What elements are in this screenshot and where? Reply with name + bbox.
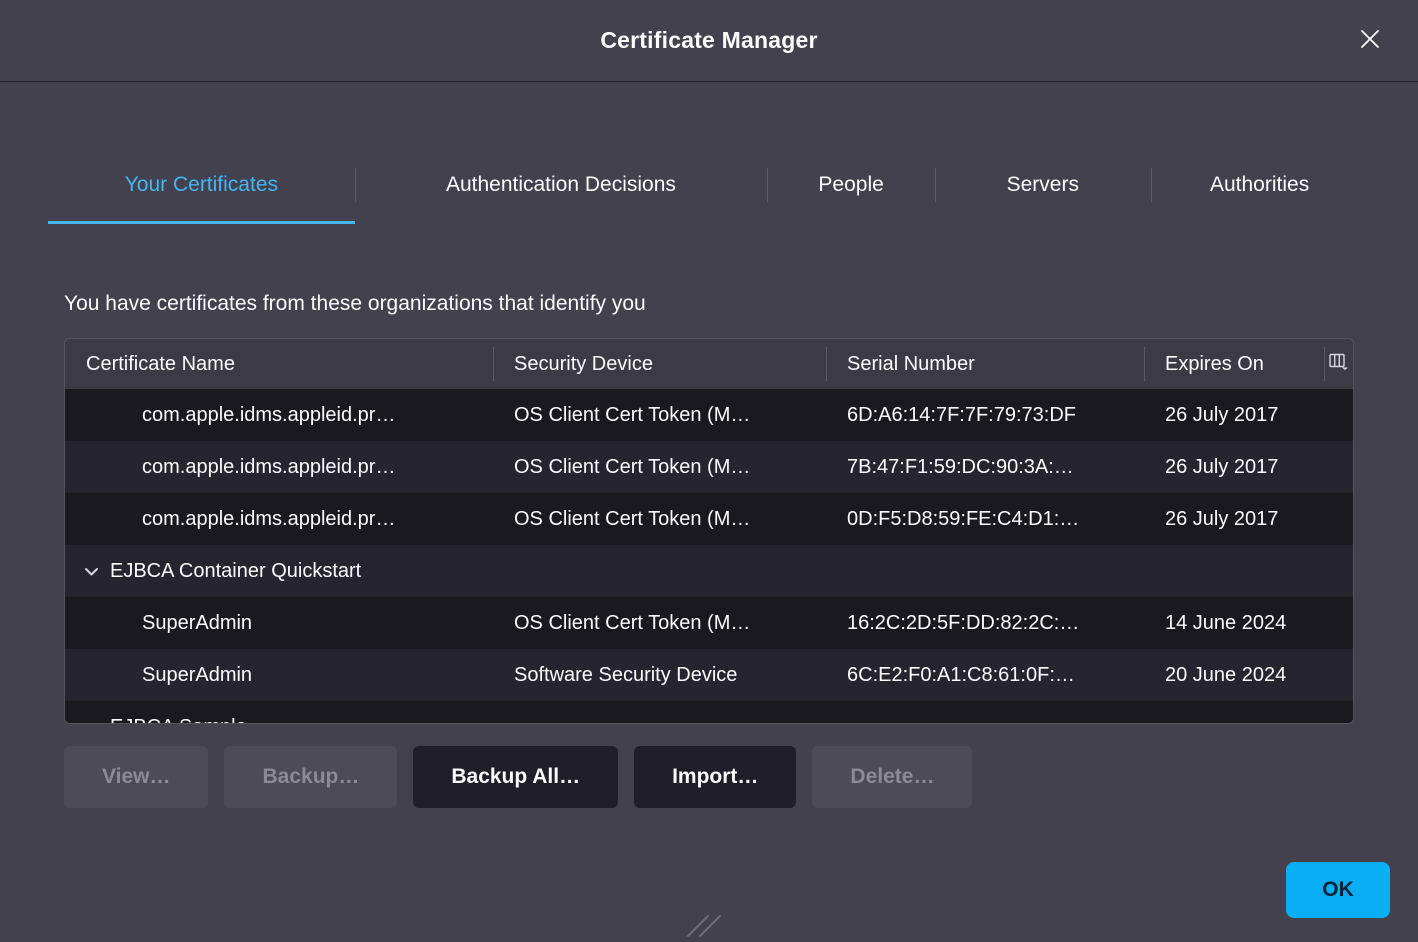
table-group-row[interactable]: EJBCA Container Quickstart [65,545,1353,597]
backup-all-button[interactable]: Backup All… [413,746,618,808]
cell-security-device: OS Client Cert Token (M… [493,456,826,479]
cell-serial-number: 0D:F5:D8:59:FE:C4:D1:… [826,508,1144,531]
cell-expires-on: 14 June 2024 [1144,612,1324,635]
cell-expires-on: 26 July 2017 [1144,456,1324,479]
ok-button[interactable]: OK [1286,862,1390,918]
description-text: You have certificates from these organiz… [64,292,1418,316]
cell-serial-number: 16:2C:2D:5F:DD:82:2C:… [826,612,1144,635]
cell-expires-on: 20 June 2024 [1144,664,1324,687]
table-row[interactable]: SuperAdmin Software Security Device 6C:E… [65,649,1353,701]
cell-security-device: OS Client Cert Token (M… [493,404,826,427]
tab-label: Servers [1007,173,1079,197]
tab-authorities[interactable]: Authorities [1151,148,1369,224]
tab-label: People [818,173,883,197]
table-row[interactable]: SuperAdmin OS Client Cert Token (M… 16:2… [65,597,1353,649]
cell-security-device: OS Client Cert Token (M… [493,612,826,635]
certificates-table: Certificate Name Security Device Serial … [64,338,1354,724]
column-header-expires-on[interactable]: Expires On [1144,339,1324,389]
cell-certificate-name: com.apple.idms.appleid.pr… [65,404,493,427]
view-button[interactable]: View… [64,746,208,808]
table-row[interactable]: com.apple.idms.appleid.pr… OS Client Cer… [65,493,1353,545]
table-row[interactable]: com.apple.idms.appleid.pr… OS Client Cer… [65,441,1353,493]
group-label: EJBCA Container Quickstart [110,560,361,583]
cell-certificate-name: SuperAdmin [65,664,493,687]
dialog-titlebar: Certificate Manager [0,0,1418,82]
table-row[interactable]: com.apple.idms.appleid.pr… OS Client Cer… [65,389,1353,441]
cell-certificate-name: com.apple.idms.appleid.pr… [65,456,493,479]
cell-security-device: OS Client Cert Token (M… [493,508,826,531]
resize-grip[interactable] [682,912,726,942]
chevron-down-icon[interactable] [84,560,99,583]
close-icon [1359,28,1381,53]
chevron-down-icon[interactable] [84,716,99,725]
cell-certificate-name: SuperAdmin [65,612,493,635]
tab-label: Authentication Decisions [446,173,676,197]
cell-serial-number: 6D:A6:14:7F:7F:79:73:DF [826,404,1144,427]
dialog-title: Certificate Manager [600,27,817,54]
cell-serial-number: 7B:47:F1:59:DC:90:3A:… [826,456,1144,479]
column-picker-icon [1329,353,1349,376]
column-header-certificate-name[interactable]: Certificate Name [65,339,493,389]
tab-label: Authorities [1210,173,1309,197]
cell-certificate-name: com.apple.idms.appleid.pr… [65,508,493,531]
tab-authentication-decisions[interactable]: Authentication Decisions [355,148,767,224]
cell-security-device: Software Security Device [493,664,826,687]
tab-people[interactable]: People [767,148,935,224]
tab-your-certificates[interactable]: Your Certificates [48,148,355,224]
group-label: EJBCA Sample [110,716,247,725]
cell-expires-on: 26 July 2017 [1144,508,1324,531]
column-header-security-device[interactable]: Security Device [493,339,826,389]
table-body: com.apple.idms.appleid.pr… OS Client Cer… [65,389,1353,724]
table-header: Certificate Name Security Device Serial … [65,339,1353,389]
cell-serial-number: 6C:E2:F0:A1:C8:61:0F:… [826,664,1144,687]
tab-bar: Your Certificates Authentication Decisio… [48,148,1370,224]
cell-expires-on: 26 July 2017 [1144,404,1324,427]
backup-button[interactable]: Backup… [224,746,397,808]
table-group-row-partial[interactable]: EJBCA Sample [65,701,1353,724]
column-picker-button[interactable] [1324,339,1353,389]
import-button[interactable]: Import… [634,746,796,808]
close-button[interactable] [1352,23,1388,59]
tab-label: Your Certificates [125,173,278,197]
column-header-serial-number[interactable]: Serial Number [826,339,1144,389]
delete-button[interactable]: Delete… [812,746,972,808]
action-button-row: View… Backup… Backup All… Import… Delete… [64,746,1354,808]
tab-servers[interactable]: Servers [935,148,1150,224]
